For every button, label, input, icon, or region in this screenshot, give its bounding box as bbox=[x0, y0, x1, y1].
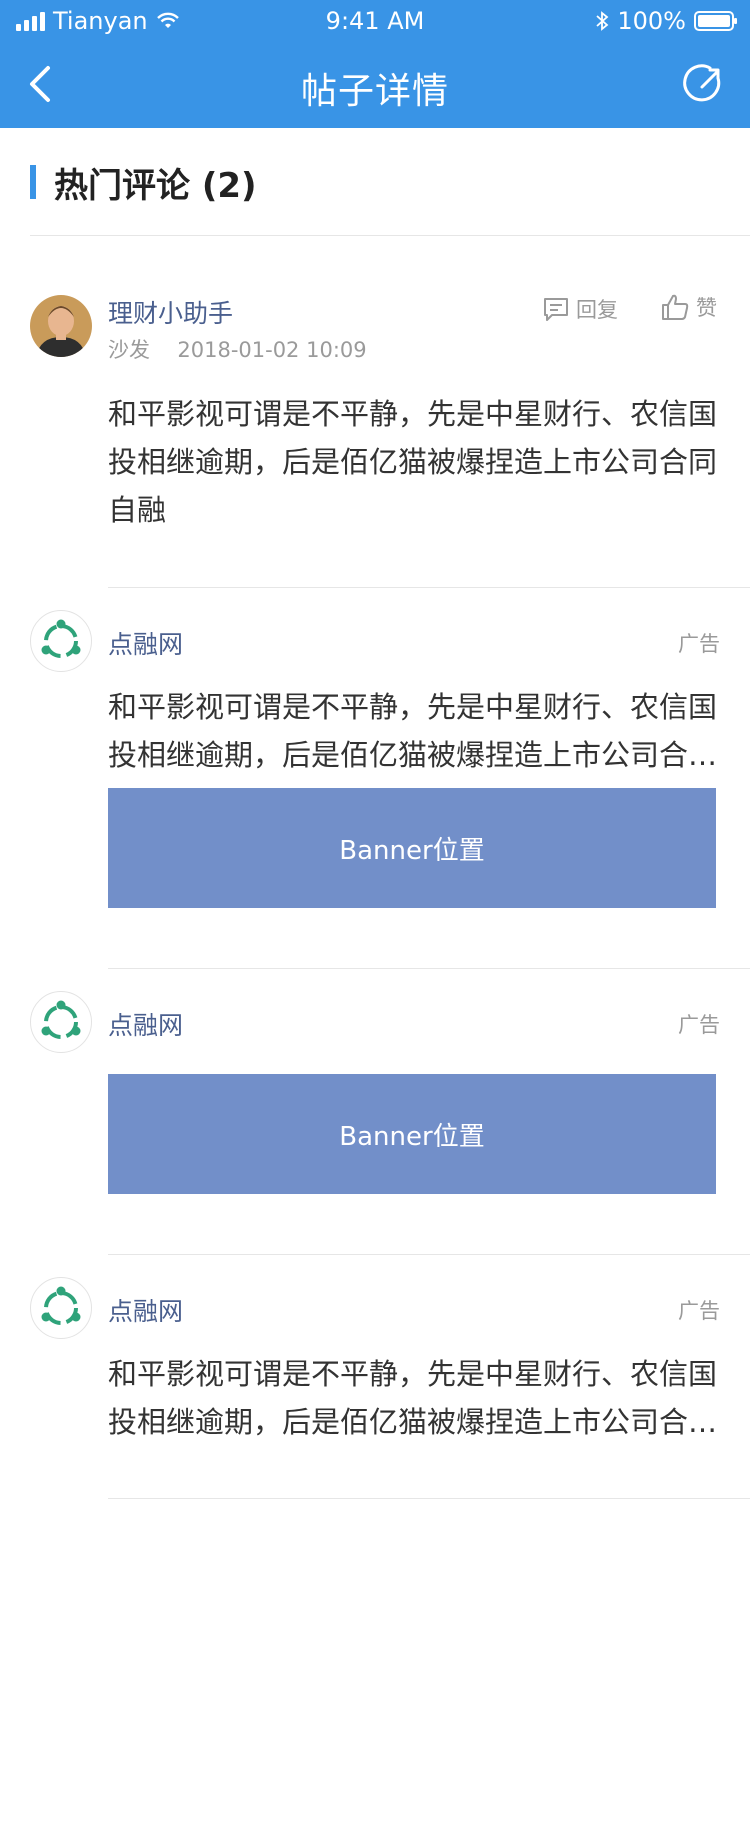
battery-percent: 100% bbox=[617, 7, 686, 35]
advertiser-logo[interactable] bbox=[30, 610, 92, 672]
comment-username[interactable]: 理财小助手 bbox=[108, 294, 233, 330]
divider bbox=[108, 1254, 750, 1255]
battery-icon bbox=[694, 11, 737, 31]
bluetooth-icon bbox=[596, 11, 609, 31]
ad-tag: 广告 bbox=[678, 1013, 720, 1037]
advertiser-name[interactable]: 点融网 bbox=[108, 625, 183, 661]
reply-label: 回复 bbox=[576, 298, 618, 322]
nav-bar: 帖子详情 bbox=[0, 40, 750, 128]
advertiser-logo[interactable] bbox=[30, 991, 92, 1053]
like-button[interactable]: 赞 bbox=[660, 292, 717, 322]
top-bar: Tianyan 9:41 AM 100% 帖子详情 bbox=[0, 0, 750, 128]
advertiser-name[interactable]: 点融网 bbox=[108, 1292, 183, 1328]
advertiser-name[interactable]: 点融网 bbox=[108, 1006, 183, 1042]
section-accent-bar bbox=[30, 165, 36, 199]
divider bbox=[108, 587, 750, 588]
reply-button[interactable]: 回复 bbox=[542, 294, 618, 324]
dianrong-logo-icon bbox=[41, 619, 81, 658]
thumbs-up-icon bbox=[662, 294, 689, 320]
ad-banner[interactable]: Banner位置 bbox=[108, 1074, 716, 1194]
ad-text: 和平影视可谓是不平静，先是中星财行、农信国投相继逾期，后是佰亿猫被爆捏造上市公司… bbox=[108, 690, 718, 772]
user-avatar[interactable] bbox=[30, 295, 92, 357]
section-header: 热门评论 (2) bbox=[30, 162, 257, 206]
ad-banner[interactable]: Banner位置 bbox=[108, 788, 716, 908]
status-right: 100% bbox=[595, 7, 738, 35]
divider bbox=[108, 968, 750, 969]
comment-icon bbox=[544, 298, 568, 321]
ad-tag: 广告 bbox=[678, 632, 720, 656]
like-label: 赞 bbox=[696, 296, 717, 320]
comment-floor: 沙发 bbox=[108, 338, 150, 362]
advertiser-logo[interactable] bbox=[30, 1277, 92, 1339]
comment-time: 2018-01-02 10:09 bbox=[177, 338, 367, 362]
section-title: 热门评论 (2) bbox=[54, 165, 257, 206]
ad-tag: 广告 bbox=[678, 1299, 720, 1323]
dianrong-logo-icon bbox=[41, 1000, 81, 1039]
comment-text: 和平影视可谓是不平静，先是中星财行、农信国投相继逾期，后是佰亿猫被爆捏造上市公司… bbox=[108, 397, 718, 527]
dianrong-logo-icon bbox=[41, 1286, 81, 1325]
share-icon[interactable] bbox=[680, 60, 728, 108]
divider bbox=[30, 235, 750, 236]
divider bbox=[108, 1498, 750, 1499]
status-bar: Tianyan 9:41 AM 100% bbox=[0, 0, 750, 40]
page-title: 帖子详情 bbox=[300, 71, 449, 112]
ad-text: 和平影视可谓是不平静，先是中星财行、农信国投相继逾期，后是佰亿猫被爆捏造上市公司… bbox=[108, 1357, 718, 1439]
comment-meta: 沙发 2018-01-02 10:09 bbox=[108, 334, 367, 364]
